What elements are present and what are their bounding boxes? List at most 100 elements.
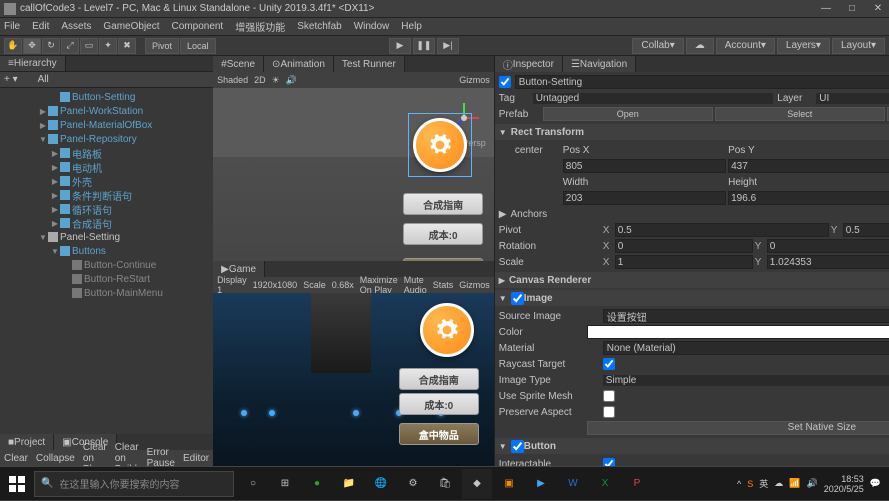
hierarchy-item[interactable]: Button-Continue: [0, 258, 213, 272]
tab-scene[interactable]: # Scene: [213, 56, 264, 72]
hierarchy-tree[interactable]: Button-Setting ▶Panel-WorkStation ▶Panel…: [0, 88, 213, 434]
taskview-icon[interactable]: ⊞: [270, 469, 300, 499]
cloud-button[interactable]: ☁: [686, 38, 714, 54]
collab-dropdown[interactable]: Collab ▾: [632, 38, 683, 54]
ime-indicator[interactable]: 英: [759, 477, 768, 490]
pivot-toggle[interactable]: Pivot: [145, 38, 179, 54]
layout-dropdown[interactable]: Layout ▾: [832, 38, 885, 54]
prefab-open-button[interactable]: Open: [543, 107, 713, 121]
hierarchy-item[interactable]: ▶Panel-WorkStation: [0, 104, 213, 118]
maximize-on-play[interactable]: Maximize On Play: [360, 275, 398, 295]
menu-gameobject[interactable]: GameObject: [103, 21, 159, 32]
object-enabled-checkbox[interactable]: [499, 76, 511, 88]
hierarchy-item[interactable]: ▼Buttons: [0, 244, 213, 258]
hierarchy-item-button-setting[interactable]: Button-Setting: [0, 90, 213, 104]
create-dropdown[interactable]: + ▾: [4, 74, 18, 85]
pivot-x-field[interactable]: [615, 223, 829, 237]
posy-field[interactable]: [728, 159, 889, 173]
hierarchy-item[interactable]: ▼Panel-Setting: [0, 230, 213, 244]
menu-file[interactable]: File: [4, 21, 20, 32]
app-wechat[interactable]: ●: [302, 469, 332, 499]
tray-volume-icon[interactable]: 🔊: [807, 478, 818, 489]
app-chrome[interactable]: 🌐: [366, 469, 396, 499]
rot-y-field[interactable]: [767, 239, 889, 253]
notifications-icon[interactable]: 💬: [870, 478, 881, 489]
rot-x-field[interactable]: [615, 239, 753, 253]
tray-onedrive-icon[interactable]: ☁: [774, 478, 783, 489]
taskbar-search[interactable]: 🔍 在这里输入你要搜索的内容: [34, 471, 234, 497]
hierarchy-item[interactable]: Button-ReStart: [0, 272, 213, 286]
menu-edit[interactable]: Edit: [32, 21, 49, 32]
game-btn-box[interactable]: 盒中物品: [399, 423, 479, 445]
transform-tool[interactable]: ✦: [99, 38, 117, 54]
console-clear[interactable]: Clear: [4, 453, 28, 464]
scene-btn-box[interactable]: 盒中物品: [403, 258, 483, 261]
tab-testrunner[interactable]: Test Runner: [334, 56, 405, 72]
stats-toggle[interactable]: Stats: [433, 280, 454, 290]
object-name-field[interactable]: [515, 75, 889, 89]
custom-tool[interactable]: ✖: [118, 38, 136, 54]
menu-component[interactable]: Component: [172, 21, 224, 32]
2d-toggle[interactable]: 2D: [254, 75, 266, 85]
image-type-dropdown[interactable]: Simple: [603, 375, 889, 386]
gizmos-dropdown[interactable]: Gizmos: [459, 75, 490, 85]
pause-button[interactable]: ❚❚: [413, 38, 435, 54]
tag-dropdown[interactable]: Untagged: [533, 93, 774, 104]
hierarchy-item[interactable]: ▶循环语句: [0, 202, 213, 216]
prefab-select-button[interactable]: Select: [715, 107, 885, 121]
hand-tool[interactable]: ✋: [4, 38, 22, 54]
scene-btn-guide[interactable]: 合成指南: [403, 193, 483, 215]
layer-dropdown[interactable]: UI: [816, 93, 889, 104]
rect-tool[interactable]: ▭: [80, 38, 98, 54]
hierarchy-item[interactable]: ▶Panel-MaterialOfBox: [0, 118, 213, 132]
scene-btn-cost[interactable]: 成本:0: [403, 223, 483, 245]
app-settings[interactable]: ⚙: [398, 469, 428, 499]
tab-animation[interactable]: ⊙ Animation: [264, 56, 334, 72]
app-folder[interactable]: 📁: [334, 469, 364, 499]
preserve-aspect-checkbox[interactable]: [603, 406, 615, 418]
raycast-target-checkbox[interactable]: [603, 358, 615, 370]
resolution-dropdown[interactable]: 1920x1080: [253, 280, 298, 290]
hierarchy-item[interactable]: ▶条件判断语句: [0, 188, 213, 202]
game-gizmos[interactable]: Gizmos: [459, 280, 490, 290]
menu-window[interactable]: Window: [354, 21, 390, 32]
rotate-tool[interactable]: ↻: [42, 38, 60, 54]
image-component-header[interactable]: ▼ Image: [495, 290, 889, 306]
local-toggle[interactable]: Local: [180, 38, 216, 54]
hierarchy-item[interactable]: ▶合成语句: [0, 216, 213, 230]
start-button[interactable]: [0, 467, 34, 501]
source-image-field[interactable]: [603, 309, 889, 323]
move-tool[interactable]: ✥: [23, 38, 41, 54]
app-store[interactable]: 🛍: [430, 469, 460, 499]
close-button[interactable]: ✕: [871, 3, 885, 14]
tray-network-icon[interactable]: 📶: [789, 478, 800, 489]
settings-gear-button[interactable]: [413, 118, 467, 172]
button-enabled[interactable]: [511, 440, 524, 453]
scene-audio-icon[interactable]: 🔊: [286, 75, 297, 86]
shaded-dropdown[interactable]: Shaded: [217, 75, 248, 85]
app-vscode[interactable]: ▶: [526, 469, 556, 499]
menu-sketchfab[interactable]: Sketchfab: [297, 21, 341, 32]
app-unity[interactable]: ◆: [462, 469, 492, 499]
sogou-ime-icon[interactable]: S: [747, 479, 753, 489]
hierarchy-item[interactable]: ▶电动机: [0, 160, 213, 174]
pivot-y-field[interactable]: [843, 223, 889, 237]
game-settings-gear-button[interactable]: [420, 303, 474, 357]
scale-x-field[interactable]: [615, 255, 753, 269]
tab-inspector[interactable]: ⓘ Inspector: [495, 56, 563, 72]
display-dropdown[interactable]: Display 1: [217, 275, 247, 295]
width-field[interactable]: [563, 191, 726, 205]
image-enabled[interactable]: [511, 292, 524, 305]
menu-enhanced[interactable]: 增强版功能: [235, 19, 285, 34]
game-btn-guide[interactable]: 合成指南: [399, 368, 479, 390]
console-editor[interactable]: Editor: [183, 453, 209, 464]
console-collapse[interactable]: Collapse: [36, 453, 75, 464]
canvas-renderer-header[interactable]: ▶Canvas Renderer: [495, 272, 889, 288]
material-field[interactable]: [603, 341, 889, 355]
scale-tool[interactable]: ⤢: [61, 38, 79, 54]
sprite-mesh-checkbox[interactable]: [603, 390, 615, 402]
rect-transform-header[interactable]: ▼Rect Transform: [495, 124, 889, 140]
scene-light-icon[interactable]: ☀: [272, 75, 280, 86]
tab-project[interactable]: ■ Project: [0, 434, 54, 450]
hierarchy-item[interactable]: ▶外壳: [0, 174, 213, 188]
